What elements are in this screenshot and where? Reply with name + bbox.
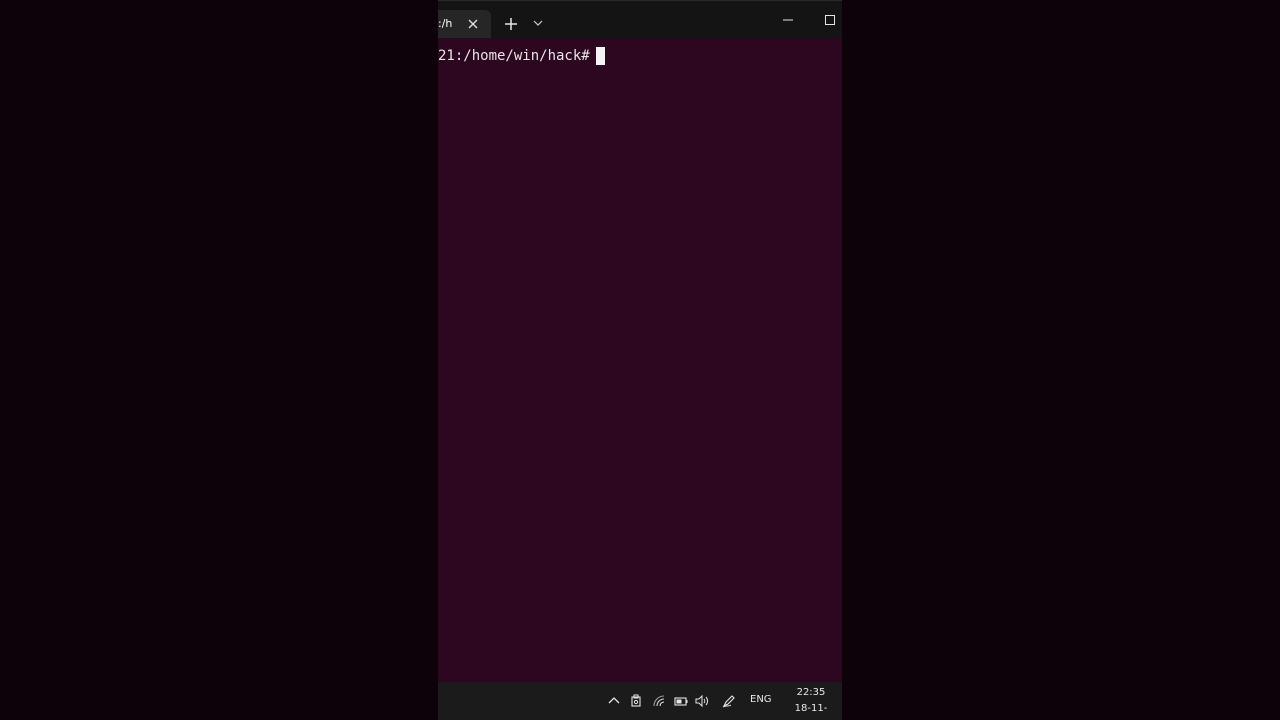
video-letterbox: :/h 21:/home/win/hack# ENG 22:35 18-11-: [0, 0, 1280, 720]
terminal-area[interactable]: 21:/home/win/hack#: [438, 38, 842, 682]
usb-icon[interactable]: [629, 694, 643, 708]
prompt-line: 21:/home/win/hack#: [438, 47, 605, 65]
clock-date: 18-11-2022: [794, 703, 828, 720]
terminal-window: :/h 21:/home/win/hack# ENG 22:35 18-11-: [438, 0, 842, 720]
language-indicator[interactable]: ENG: [750, 694, 772, 705]
battery-icon[interactable]: [674, 694, 688, 708]
clock[interactable]: 22:35 18-11-2022: [782, 685, 840, 720]
chevron-up-icon[interactable]: [607, 694, 621, 708]
chevron-down-icon[interactable]: [533, 19, 543, 27]
tab-title: :/h: [438, 17, 453, 30]
terminal-tab[interactable]: :/h: [438, 10, 491, 39]
maximize-icon[interactable]: [824, 14, 836, 26]
new-tab-plus-icon[interactable]: [503, 16, 519, 32]
text-cursor: [595, 47, 605, 65]
clock-time: 22:35: [796, 687, 826, 698]
shell-prompt: 21:/home/win/hack#: [438, 48, 590, 64]
wifi-icon[interactable]: [652, 694, 666, 708]
minimize-icon[interactable]: [782, 14, 794, 26]
volume-icon[interactable]: [695, 694, 709, 708]
pen-icon[interactable]: [722, 694, 736, 708]
titlebar: :/h: [438, 0, 842, 39]
taskbar: ENG 22:35 18-11-2022: [438, 682, 842, 720]
close-icon[interactable]: [466, 17, 480, 31]
